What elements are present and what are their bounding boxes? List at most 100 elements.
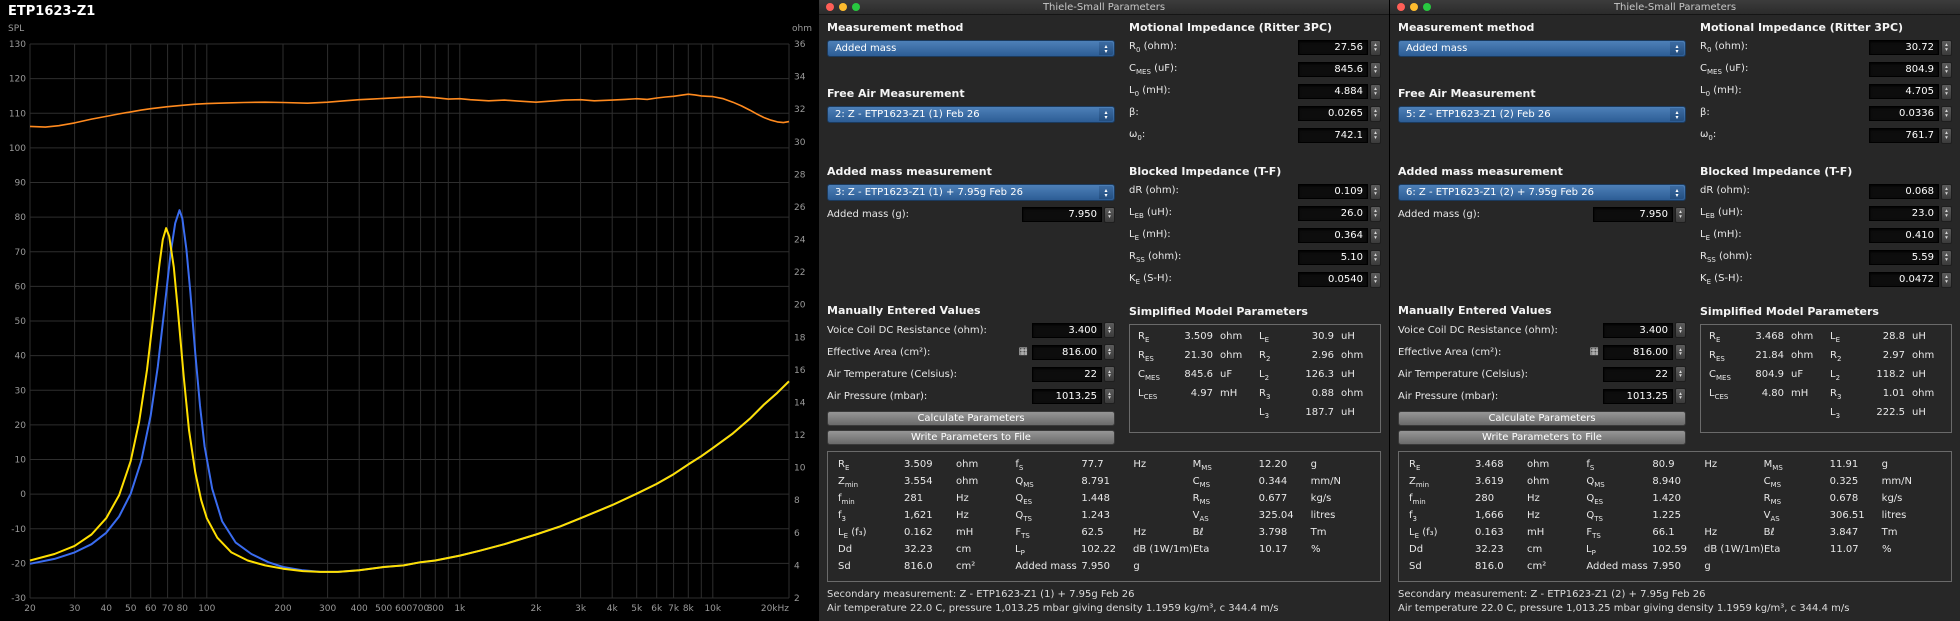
measurement-method-select[interactable]: Added mass ▴ ▾ bbox=[1398, 40, 1686, 57]
result-value: 816.0 bbox=[1475, 561, 1504, 572]
manual-value-field[interactable]: 816.00 bbox=[1603, 344, 1673, 360]
free-air-measurement-select[interactable]: 2: Z - ETP1623-Z1 (1) Feb 26 ▴ ▾ bbox=[827, 106, 1115, 123]
calculate-parameters-button[interactable]: Calculate Parameters bbox=[827, 411, 1115, 426]
manual-value-field[interactable]: 22 bbox=[1603, 366, 1673, 382]
parameter-field[interactable]: 761.7 bbox=[1869, 128, 1939, 143]
stepper-control[interactable]: ▴ ▾ bbox=[1941, 205, 1952, 222]
parameter-field[interactable]: 0.0472 bbox=[1869, 272, 1939, 287]
stepper-control[interactable]: ▴ ▾ bbox=[1370, 205, 1381, 222]
free-air-heading: Free Air Measurement bbox=[1398, 87, 1536, 100]
stepper-control[interactable]: ▴ ▾ bbox=[1941, 249, 1952, 266]
parameter-field[interactable]: 0.0336 bbox=[1869, 106, 1939, 121]
stepper-control[interactable]: ▴ ▾ bbox=[1675, 344, 1686, 360]
stepper-control[interactable]: ▴ ▾ bbox=[1941, 183, 1952, 200]
stepper-control[interactable]: ▴ ▾ bbox=[1941, 227, 1952, 244]
parameter-field[interactable]: 0.0540 bbox=[1298, 272, 1368, 287]
effective-area-helper-icon[interactable]: ▦ bbox=[1019, 347, 1028, 357]
parameter-field[interactable]: 0.410 bbox=[1869, 228, 1939, 243]
stepper-control[interactable]: ▴ ▾ bbox=[1675, 322, 1686, 338]
stepper-control[interactable]: ▴ ▾ bbox=[1370, 61, 1381, 78]
stepper-control[interactable]: ▴ ▾ bbox=[1370, 227, 1381, 244]
free-air-measurement-select[interactable]: 5: Z - ETP1623-Z1 (2) Feb 26 ▴ ▾ bbox=[1398, 106, 1686, 123]
window-titlebar[interactable]: Thiele-Small Parameters bbox=[819, 0, 1389, 15]
parameter-field[interactable]: 845.6 bbox=[1298, 62, 1368, 77]
simplified-parameter: LCES 4.80 mH bbox=[1709, 388, 1822, 401]
manual-value-field[interactable]: 816.00 bbox=[1032, 344, 1102, 360]
stepper-control[interactable]: ▴ ▾ bbox=[1370, 249, 1381, 266]
added-mass-grams-field[interactable]: 7.950 bbox=[1022, 207, 1102, 222]
stepper-control[interactable]: ▴ ▾ bbox=[1675, 206, 1686, 223]
parameter-field[interactable]: 4.884 bbox=[1298, 84, 1368, 99]
right-axis-tick: 16 bbox=[794, 366, 806, 376]
parameter-field[interactable]: 0.109 bbox=[1298, 184, 1368, 199]
manual-value-field[interactable]: 3.400 bbox=[1603, 322, 1673, 338]
stepper-control[interactable]: ▴ ▾ bbox=[1104, 206, 1115, 223]
stepper-control[interactable]: ▴ ▾ bbox=[1941, 83, 1952, 100]
manual-value-field[interactable]: 1013.25 bbox=[1032, 388, 1102, 404]
motional-parameter-row: β: 0.0265 ▴ ▾ bbox=[1129, 105, 1381, 122]
stepper-control[interactable]: ▴ ▾ bbox=[1370, 83, 1381, 100]
left-axis-tick: 130 bbox=[9, 40, 26, 50]
parameter-unit: uH bbox=[1912, 407, 1926, 418]
parameter-field[interactable]: 0.068 bbox=[1869, 184, 1939, 199]
minimize-window-button[interactable] bbox=[839, 3, 847, 11]
stepper-control[interactable]: ▴ ▾ bbox=[1675, 366, 1686, 382]
parameter-label: RSS (ohm): bbox=[1129, 251, 1182, 264]
calculate-parameters-button[interactable]: Calculate Parameters bbox=[1398, 411, 1686, 426]
left-axis-tick: 50 bbox=[15, 317, 27, 327]
parameter-label: LE (mH): bbox=[1700, 229, 1742, 242]
measurement-method-select[interactable]: Added mass ▴ ▾ bbox=[827, 40, 1115, 57]
parameter-field[interactable]: 0.0265 bbox=[1298, 106, 1368, 121]
effective-area-helper-icon[interactable]: ▦ bbox=[1590, 347, 1599, 357]
stepper-control[interactable]: ▴ ▾ bbox=[1370, 127, 1381, 144]
close-window-button[interactable] bbox=[826, 3, 834, 11]
close-window-button[interactable] bbox=[1397, 3, 1405, 11]
manual-value-field[interactable]: 1013.25 bbox=[1603, 388, 1673, 404]
write-parameters-button[interactable]: Write Parameters to File bbox=[827, 430, 1115, 445]
stepper-control[interactable]: ▴ ▾ bbox=[1104, 366, 1115, 382]
manual-value-field[interactable]: 3.400 bbox=[1032, 322, 1102, 338]
stepper-control[interactable]: ▴ ▾ bbox=[1941, 61, 1952, 78]
stepper-control[interactable]: ▴ ▾ bbox=[1941, 127, 1952, 144]
parameter-field[interactable]: 5.59 bbox=[1869, 250, 1939, 265]
parameter-field[interactable]: 27.56 bbox=[1298, 40, 1368, 55]
stepper-control[interactable]: ▴ ▾ bbox=[1941, 39, 1952, 56]
stepper-control[interactable]: ▴ ▾ bbox=[1104, 344, 1115, 360]
parameter-field[interactable]: 26.0 bbox=[1298, 206, 1368, 221]
zoom-window-button[interactable] bbox=[852, 3, 860, 11]
stepper-control[interactable]: ▴ ▾ bbox=[1941, 105, 1952, 122]
parameter-field[interactable]: 23.0 bbox=[1869, 206, 1939, 221]
parameter-field[interactable]: 742.1 bbox=[1298, 128, 1368, 143]
result-cell: QTS 1.225 bbox=[1586, 510, 1763, 523]
stepper-control[interactable]: ▴ ▾ bbox=[1941, 271, 1952, 288]
stepper-control[interactable]: ▴ ▾ bbox=[1370, 39, 1381, 56]
stepper-control[interactable]: ▴ ▾ bbox=[1104, 388, 1115, 404]
added-mass-grams-field[interactable]: 7.950 bbox=[1593, 207, 1673, 222]
minimize-window-button[interactable] bbox=[1410, 3, 1418, 11]
stepper-control[interactable]: ▴ ▾ bbox=[1370, 105, 1381, 122]
window-titlebar[interactable]: Thiele-Small Parameters bbox=[1390, 0, 1960, 15]
added-mass-measurement-select[interactable]: 6: Z - ETP1623-Z1 (2) + 7.95g Feb 26 ▴ ▾ bbox=[1398, 184, 1686, 201]
results-row: RE 3.509 ohm fS 77.7 Hz MMS 12.20 g bbox=[838, 457, 1370, 474]
simplified-parameter: L2 118.2 uH bbox=[1830, 369, 1943, 382]
parameter-field[interactable]: 30.72 bbox=[1869, 40, 1939, 55]
zoom-window-button[interactable] bbox=[1423, 3, 1431, 11]
stepper-control[interactable]: ▴ ▾ bbox=[1370, 271, 1381, 288]
stepper-control[interactable]: ▴ ▾ bbox=[1675, 388, 1686, 404]
x-axis-tick: 5k bbox=[631, 604, 643, 614]
parameter-field[interactable]: 0.364 bbox=[1298, 228, 1368, 243]
measurement-chart-pane[interactable]: ETP1623-Z1 SPL ohm 130 120 110 100 90 80 70 60 5… bbox=[0, 0, 818, 621]
frequency-response-chart[interactable]: 1301201101009080706050403020100-10-20-30… bbox=[0, 0, 818, 621]
parameter-field[interactable]: 4.705 bbox=[1869, 84, 1939, 99]
parameter-label: KE (S-H): bbox=[1129, 273, 1172, 286]
parameter-field[interactable]: 5.10 bbox=[1298, 250, 1368, 265]
parameter-unit: ohm bbox=[1912, 350, 1935, 361]
write-parameters-button[interactable]: Write Parameters to File bbox=[1398, 430, 1686, 445]
manual-value-field[interactable]: 22 bbox=[1032, 366, 1102, 382]
right-axis-tick: 4 bbox=[794, 561, 800, 571]
stepper-control[interactable]: ▴ ▾ bbox=[1104, 322, 1115, 338]
stepper-control[interactable]: ▴ ▾ bbox=[1370, 183, 1381, 200]
added-mass-measurement-select[interactable]: 3: Z - ETP1623-Z1 (1) + 7.95g Feb 26 ▴ ▾ bbox=[827, 184, 1115, 201]
thiele-small-window: Thiele-Small Parameters Measurement meth… bbox=[818, 0, 1389, 621]
parameter-field[interactable]: 804.9 bbox=[1869, 62, 1939, 77]
